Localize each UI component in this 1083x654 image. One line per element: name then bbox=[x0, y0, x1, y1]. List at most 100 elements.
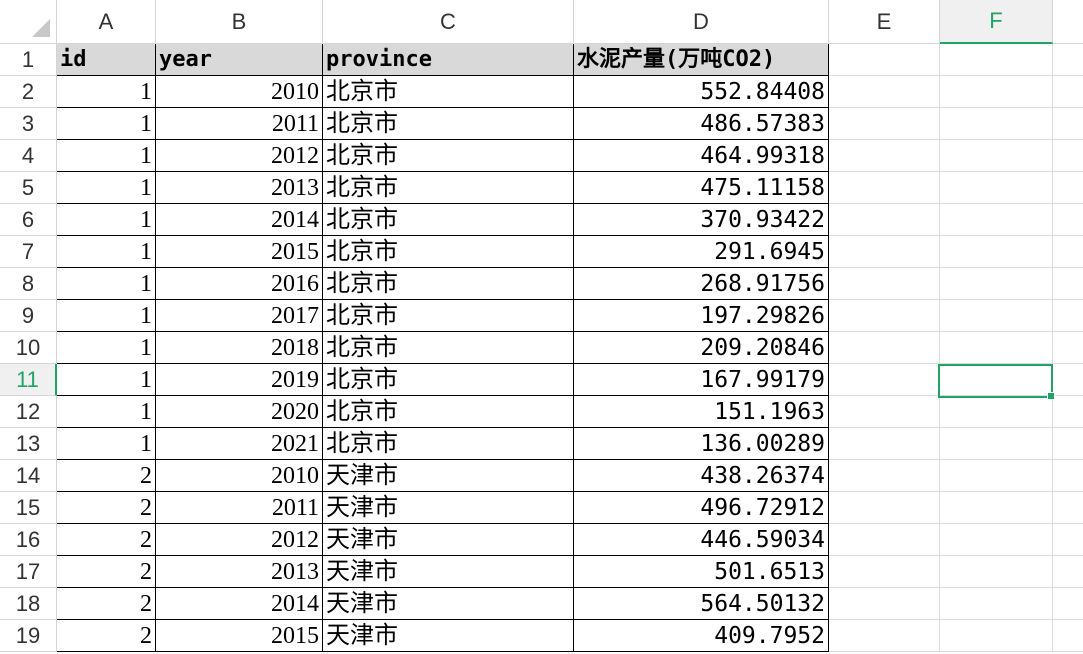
row-header[interactable]: 16 bbox=[0, 524, 57, 556]
empty-cell[interactable] bbox=[940, 396, 1053, 428]
cell-year[interactable]: 2020 bbox=[156, 396, 323, 428]
row-header[interactable]: 19 bbox=[0, 620, 57, 652]
cell-id[interactable]: 1 bbox=[57, 76, 156, 108]
cell-cement[interactable]: 438.26374 bbox=[574, 460, 829, 492]
cell-year[interactable]: 2013 bbox=[156, 556, 323, 588]
cell-id[interactable]: 1 bbox=[57, 332, 156, 364]
empty-cell[interactable] bbox=[940, 428, 1053, 460]
cell-province[interactable]: 天津市 bbox=[323, 524, 574, 556]
empty-cell[interactable] bbox=[829, 140, 940, 172]
cell-cement[interactable]: 552.84408 bbox=[574, 76, 829, 108]
cell-id[interactable]: 1 bbox=[57, 364, 156, 396]
header-cell-year[interactable]: year bbox=[156, 44, 323, 76]
cell-province[interactable]: 北京市 bbox=[323, 172, 574, 204]
header-cell-id[interactable]: id bbox=[57, 44, 156, 76]
row-header[interactable]: 11 bbox=[0, 364, 57, 396]
cell-cement[interactable]: 209.20846 bbox=[574, 332, 829, 364]
empty-cell[interactable] bbox=[940, 460, 1053, 492]
cell-year[interactable]: 2012 bbox=[156, 140, 323, 172]
empty-cell[interactable] bbox=[1053, 364, 1083, 396]
empty-cell[interactable] bbox=[1053, 428, 1083, 460]
empty-cell[interactable] bbox=[1053, 172, 1083, 204]
cell-year[interactable]: 2014 bbox=[156, 588, 323, 620]
empty-cell[interactable] bbox=[829, 492, 940, 524]
cell-year[interactable]: 2018 bbox=[156, 332, 323, 364]
empty-cell[interactable] bbox=[1053, 76, 1083, 108]
cell-year[interactable]: 2014 bbox=[156, 204, 323, 236]
empty-cell[interactable] bbox=[940, 172, 1053, 204]
empty-cell[interactable] bbox=[940, 524, 1053, 556]
empty-cell[interactable] bbox=[829, 460, 940, 492]
column-header-e[interactable]: E bbox=[829, 0, 940, 44]
empty-cell[interactable] bbox=[940, 492, 1053, 524]
cell-year[interactable]: 2015 bbox=[156, 236, 323, 268]
row-header[interactable]: 1 bbox=[0, 44, 57, 76]
empty-cell[interactable] bbox=[1053, 108, 1083, 140]
row-header[interactable]: 13 bbox=[0, 428, 57, 460]
cell-cement[interactable]: 136.00289 bbox=[574, 428, 829, 460]
cell-cement[interactable]: 486.57383 bbox=[574, 108, 829, 140]
column-header-a[interactable]: A bbox=[57, 0, 156, 44]
row-header[interactable]: 5 bbox=[0, 172, 57, 204]
row-header[interactable]: 3 bbox=[0, 108, 57, 140]
empty-cell[interactable] bbox=[1053, 268, 1083, 300]
cell-cement[interactable]: 446.59034 bbox=[574, 524, 829, 556]
cell-cement[interactable]: 475.11158 bbox=[574, 172, 829, 204]
cell-province[interactable]: 北京市 bbox=[323, 300, 574, 332]
empty-cell[interactable] bbox=[829, 620, 940, 652]
cell-cement[interactable]: 501.6513 bbox=[574, 556, 829, 588]
cell-id[interactable]: 1 bbox=[57, 268, 156, 300]
cell-id[interactable]: 1 bbox=[57, 300, 156, 332]
cell-province[interactable]: 北京市 bbox=[323, 140, 574, 172]
cell-year[interactable]: 2021 bbox=[156, 428, 323, 460]
cell-id[interactable]: 2 bbox=[57, 492, 156, 524]
empty-cell[interactable] bbox=[829, 108, 940, 140]
empty-cell[interactable] bbox=[940, 620, 1053, 652]
empty-cell[interactable] bbox=[940, 108, 1053, 140]
row-header[interactable]: 4 bbox=[0, 140, 57, 172]
empty-cell[interactable] bbox=[1053, 332, 1083, 364]
empty-cell[interactable] bbox=[829, 44, 940, 76]
cell-id[interactable]: 2 bbox=[57, 460, 156, 492]
cell-cement[interactable]: 197.29826 bbox=[574, 300, 829, 332]
cell-year[interactable]: 2019 bbox=[156, 364, 323, 396]
cell-province[interactable]: 北京市 bbox=[323, 204, 574, 236]
empty-cell[interactable] bbox=[940, 204, 1053, 236]
row-header[interactable]: 17 bbox=[0, 556, 57, 588]
cell-province[interactable]: 北京市 bbox=[323, 108, 574, 140]
column-header-b[interactable]: B bbox=[156, 0, 323, 44]
empty-cell[interactable] bbox=[940, 76, 1053, 108]
empty-cell[interactable] bbox=[829, 300, 940, 332]
cell-cement[interactable]: 464.99318 bbox=[574, 140, 829, 172]
cell-province[interactable]: 北京市 bbox=[323, 428, 574, 460]
empty-cell[interactable] bbox=[829, 396, 940, 428]
cell-cement[interactable]: 370.93422 bbox=[574, 204, 829, 236]
empty-cell[interactable] bbox=[940, 44, 1053, 76]
column-header-c[interactable]: C bbox=[323, 0, 574, 44]
cell-year[interactable]: 2010 bbox=[156, 460, 323, 492]
cell-year[interactable]: 2011 bbox=[156, 492, 323, 524]
empty-cell[interactable] bbox=[1053, 396, 1083, 428]
cell-year[interactable]: 2011 bbox=[156, 108, 323, 140]
empty-cell[interactable] bbox=[940, 332, 1053, 364]
empty-cell[interactable] bbox=[1053, 300, 1083, 332]
empty-cell[interactable] bbox=[829, 428, 940, 460]
cell-year[interactable]: 2016 bbox=[156, 268, 323, 300]
cell-province[interactable]: 天津市 bbox=[323, 556, 574, 588]
empty-cell[interactable] bbox=[940, 300, 1053, 332]
cell-cement[interactable]: 409.7952 bbox=[574, 620, 829, 652]
empty-cell[interactable] bbox=[829, 204, 940, 236]
empty-cell[interactable] bbox=[1053, 588, 1083, 620]
cell-province[interactable]: 天津市 bbox=[323, 620, 574, 652]
row-header[interactable]: 10 bbox=[0, 332, 57, 364]
row-header[interactable]: 18 bbox=[0, 588, 57, 620]
cell-id[interactable]: 2 bbox=[57, 524, 156, 556]
empty-cell[interactable] bbox=[829, 332, 940, 364]
empty-cell[interactable] bbox=[1053, 140, 1083, 172]
cell-province[interactable]: 天津市 bbox=[323, 588, 574, 620]
select-all-button[interactable] bbox=[0, 0, 57, 44]
cell-cement[interactable]: 167.99179 bbox=[574, 364, 829, 396]
cell-year[interactable]: 2017 bbox=[156, 300, 323, 332]
cell-province[interactable]: 北京市 bbox=[323, 364, 574, 396]
cell-province[interactable]: 天津市 bbox=[323, 492, 574, 524]
